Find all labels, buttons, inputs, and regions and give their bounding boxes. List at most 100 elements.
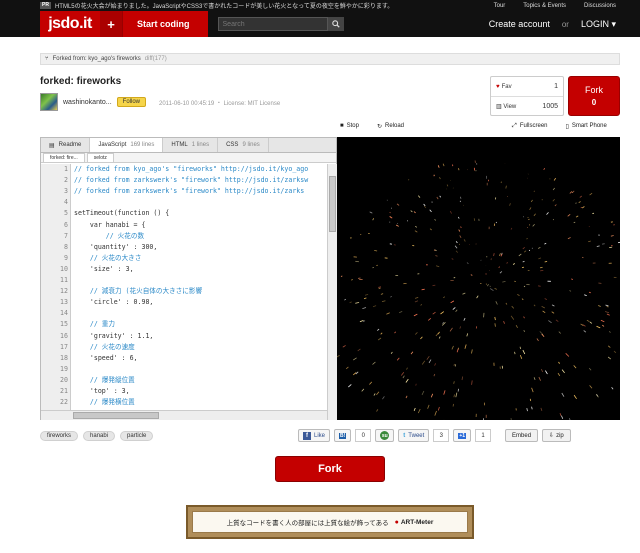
spark-particle xyxy=(526,408,528,412)
tab-lines: 169 lines xyxy=(130,142,155,148)
fullscreen-button[interactable]: ⤢ Fullscreen xyxy=(512,121,548,131)
spark-particle xyxy=(545,370,548,375)
vertical-scrollbar[interactable] xyxy=(327,164,337,420)
embed-button[interactable]: Embed xyxy=(505,429,539,442)
spark-particle xyxy=(390,351,393,354)
search-input[interactable] xyxy=(217,17,328,31)
spark-particle xyxy=(521,266,525,268)
scroll-thumb[interactable] xyxy=(73,412,159,419)
follow-button[interactable]: Follow xyxy=(116,97,146,107)
code-line: 4 xyxy=(41,197,326,209)
account-links: Create account or LOGIN ▾ xyxy=(489,19,616,30)
spark-particle xyxy=(598,305,601,307)
horizontal-scrollbar[interactable] xyxy=(41,410,327,420)
spark-particle xyxy=(454,245,458,249)
spark-particle xyxy=(413,211,416,214)
start-coding-button[interactable]: Start coding xyxy=(122,11,208,37)
top-links: Tour Topics & Events Discussions xyxy=(494,3,616,9)
tag-fireworks[interactable]: fireworks xyxy=(40,431,79,441)
avatar[interactable] xyxy=(40,93,58,111)
forked-from-link[interactable]: Forked from: kyo_ago's fireworks xyxy=(53,56,141,62)
spark-particle xyxy=(340,275,343,277)
spark-particle xyxy=(561,392,565,397)
announcement-text[interactable]: HTML5の花火大会が始まりました。JavaScriptやCSS3で書かれたコー… xyxy=(55,1,494,10)
stumbleupon-button[interactable]: su xyxy=(375,429,395,442)
forked-from-bar: ⑂ Forked from: kyo_ago's fireworks diff(… xyxy=(40,53,620,65)
spark-particle xyxy=(558,361,560,364)
spark-particle xyxy=(438,336,441,339)
facebook-like-button[interactable]: f Like xyxy=(298,429,331,442)
spark-particle xyxy=(396,203,400,206)
spark-particle xyxy=(406,367,408,370)
spark-particle xyxy=(561,369,565,374)
spark-particle xyxy=(493,253,495,257)
code-text: 'top' : 3, xyxy=(74,387,130,395)
reload-button[interactable]: ↻ Reload xyxy=(377,121,404,131)
tab-html[interactable]: HTML 1 lines xyxy=(163,138,219,152)
spark-particle xyxy=(536,338,539,342)
create-account-link[interactable]: Create account xyxy=(489,19,550,29)
art-meter-icon: ● xyxy=(394,518,399,526)
spark-particle xyxy=(533,377,536,381)
spark-particle xyxy=(531,406,533,410)
spark-particle xyxy=(555,319,559,322)
art-meter-banner[interactable]: 上質なコードを書く人の部屋には上質な絵が飾ってある ● ART-Meter xyxy=(186,505,474,539)
code-line: 16 'gravity' : 1.1, xyxy=(41,331,326,343)
login-link[interactable]: LOGIN ▾ xyxy=(581,19,616,30)
spark-particle xyxy=(542,310,546,314)
code-text: // forked from zarkswerk's "firework" ht… xyxy=(74,176,309,185)
spark-particle xyxy=(429,209,432,213)
line-number: 3 xyxy=(64,187,68,196)
plus-icon[interactable]: + xyxy=(100,11,122,37)
author-name[interactable]: washinokanto... xyxy=(63,99,112,106)
discussions-link[interactable]: Discussions xyxy=(584,3,616,9)
zip-download-button[interactable]: ⇩ zip xyxy=(542,429,571,442)
spark-particle xyxy=(586,319,590,323)
tab-label: JavaScript xyxy=(98,142,127,148)
tab-javascript[interactable]: JavaScript 169 lines xyxy=(90,138,164,152)
spark-particle xyxy=(405,378,409,383)
spark-particle xyxy=(373,393,376,396)
spark-particle xyxy=(414,225,418,228)
google-plus-one-button[interactable]: +1 xyxy=(453,429,472,442)
fork-button[interactable]: Fork 0 xyxy=(568,76,620,116)
code-area[interactable]: 1 // forked from kyo_ago's "fireworks" ht… xyxy=(41,164,326,420)
facebook-icon: f xyxy=(303,431,311,440)
fireworks-preview[interactable] xyxy=(337,137,620,420)
tab-css[interactable]: CSS 9 lines xyxy=(218,138,269,152)
subtab-selotz[interactable]: selotz xyxy=(86,153,114,162)
pr-badge: PR xyxy=(40,2,51,9)
line-number: 12 xyxy=(60,287,68,296)
spark-particle xyxy=(421,360,426,365)
diff-link[interactable]: diff(177) xyxy=(145,56,167,62)
spark-particle xyxy=(372,305,377,308)
fork-count: 0 xyxy=(591,98,597,107)
scroll-thumb[interactable] xyxy=(329,176,336,232)
spark-particle xyxy=(394,331,396,334)
code-line: 14 xyxy=(41,308,326,320)
spark-particle xyxy=(420,336,423,340)
topics-events-link[interactable]: Topics & Events xyxy=(523,3,566,9)
fav-button[interactable]: ♥ Fav 1 xyxy=(491,77,563,96)
stop-button[interactable]: ■ Stop xyxy=(340,121,359,131)
spark-particle xyxy=(439,177,441,180)
smartphone-button[interactable]: ▯ Smart Phone xyxy=(566,121,607,131)
tour-link[interactable]: Tour xyxy=(494,3,506,9)
tag-particle[interactable]: particle xyxy=(120,431,154,441)
hatena-bookmark-button[interactable]: B! xyxy=(334,429,352,442)
spark-particle xyxy=(607,356,612,360)
art-meter-label: ART-Meter xyxy=(400,518,434,526)
spark-particle xyxy=(539,331,544,335)
spark-particle xyxy=(386,312,390,315)
tag-hanabi[interactable]: hanabi xyxy=(83,431,116,441)
tab-readme[interactable]: ▤ Readme xyxy=(41,138,91,152)
search-icon[interactable] xyxy=(327,17,344,31)
fork-main-button[interactable]: Fork xyxy=(275,456,385,482)
subtab-forked-fire[interactable]: forked: fire... xyxy=(43,153,85,162)
spark-particle xyxy=(376,391,380,396)
jsdoit-logo[interactable]: jsdo.it xyxy=(40,11,100,37)
code-text: // 火花の大きさ xyxy=(74,253,142,262)
tweet-button[interactable]: t Tweet xyxy=(398,429,430,442)
spark-particle xyxy=(452,307,456,310)
spark-particle xyxy=(529,207,532,211)
